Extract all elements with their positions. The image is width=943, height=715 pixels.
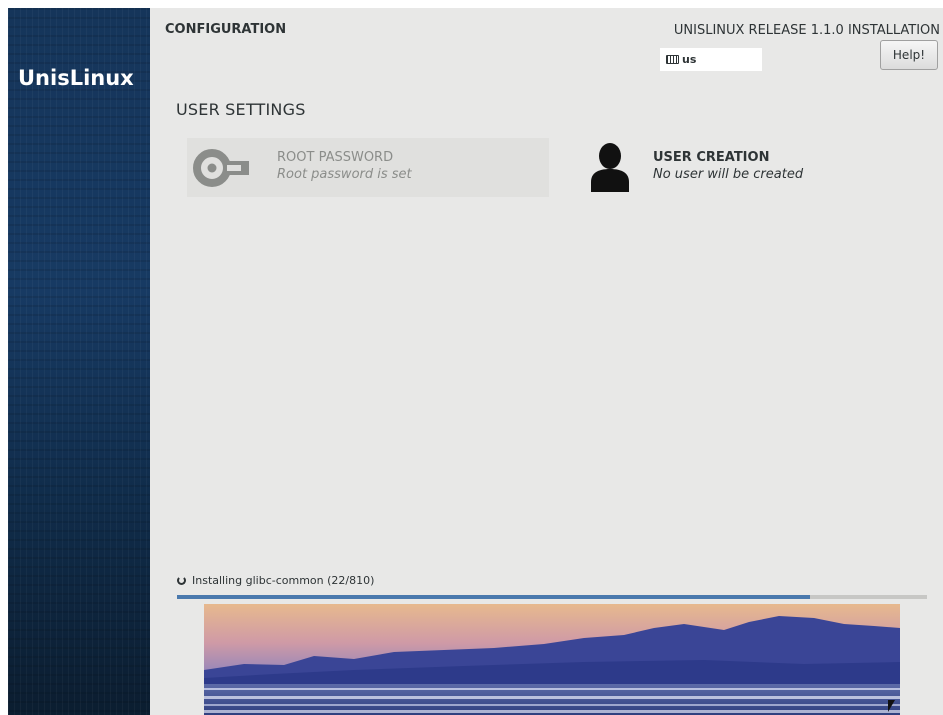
page-title: CONFIGURATION — [165, 22, 287, 37]
spoke-status: No user will be created — [653, 167, 804, 182]
progress-status: Installing glibc-common (22/810) — [177, 574, 374, 587]
spoke-name: USER CREATION — [653, 150, 770, 165]
release-title: UNISLINUX RELEASE 1.1.0 INSTALLATION — [673, 23, 940, 38]
spoke-name: ROOT PASSWORD — [277, 150, 394, 165]
keyboard-layout-label: us — [682, 53, 697, 66]
keyboard-layout-indicator[interactable]: us — [660, 48, 762, 71]
key-icon — [192, 138, 252, 197]
sidebar: UnisLinux — [8, 8, 150, 715]
main-panel: CONFIGURATION UNISLINUX RELEASE 1.1.0 IN… — [150, 8, 943, 715]
brand-logo-text: UnisLinux — [18, 66, 134, 90]
mouse-cursor-icon — [888, 700, 895, 712]
user-settings-heading: USER SETTINGS — [176, 100, 306, 119]
landscape-banner-image — [204, 604, 900, 715]
user-icon — [580, 138, 640, 197]
keyboard-icon — [666, 55, 679, 64]
help-button[interactable]: Help! — [880, 40, 938, 70]
progress-text: Installing glibc-common (22/810) — [192, 574, 375, 587]
spoke-status: Root password is set — [277, 167, 412, 182]
progress-bar — [177, 595, 927, 599]
progress-bar-fill — [177, 595, 810, 599]
user-creation-spoke[interactable]: USER CREATION No user will be created — [580, 138, 920, 197]
root-password-spoke[interactable]: ROOT PASSWORD Root password is set — [187, 138, 549, 197]
spinner-icon — [177, 576, 186, 585]
